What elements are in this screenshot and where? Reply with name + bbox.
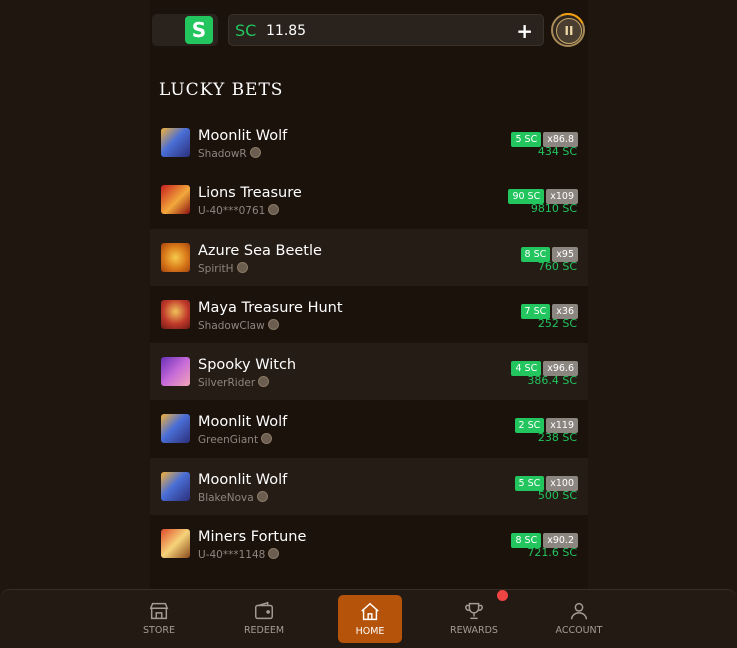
game-thumbnail[interactable]: [161, 471, 190, 501]
bet-row[interactable]: Azure Sea Beetle SpiritH 8 SC x95 760 SC: [150, 228, 588, 286]
win-amount: 500 SC: [537, 488, 577, 502]
player-badge-icon: [249, 147, 261, 158]
player-name-text: ShadowClaw: [198, 319, 265, 332]
player-badge-icon: [268, 204, 280, 216]
bet-row[interactable]: Lions Treasure U-40***0761 90 SC x109 981…: [150, 171, 588, 228]
player-name: SpiritH: [198, 261, 248, 275]
bet-row[interactable]: Moonlit Wolf GreenGiant 2 SC x119 238 SC: [150, 400, 588, 457]
balance-amount: 11.85: [266, 23, 307, 39]
player-name: U-40***1148: [198, 548, 280, 562]
trophy-icon: [465, 602, 483, 620]
nav-account[interactable]: ACCOUNT: [547, 590, 611, 640]
bet-badges: 2 SC x119: [514, 413, 578, 434]
nav-label: REDEEM: [243, 625, 285, 636]
nav-label: ACCOUNT: [555, 625, 603, 636]
player-name-text: SpiritH: [198, 262, 234, 275]
player-badge-icon: [267, 318, 279, 330]
brand-logo-icon[interactable]: S: [185, 16, 213, 44]
win-amount: 760 SC: [537, 259, 577, 273]
game-thumbnail[interactable]: [161, 128, 190, 157]
bet-row[interactable]: Miners Fortune U-40***1148 8 SC x90.2 721…: [150, 515, 588, 572]
win-amount: 252 SC: [537, 316, 577, 330]
bet-amount-badge: 5 SC: [511, 132, 542, 147]
player-name-text: U-40***0761: [198, 205, 266, 218]
player-badge-icon: [268, 548, 280, 560]
level-badge[interactable]: II: [546, 8, 590, 52]
add-funds-button[interactable]: +: [516, 19, 533, 43]
game-name[interactable]: Moonlit Wolf: [198, 414, 287, 430]
bet-row[interactable]: Spooky Witch SilverRider 4 SC x96.6 386.4…: [150, 343, 588, 401]
game-name[interactable]: Moonlit Wolf: [198, 128, 287, 144]
game-name[interactable]: Azure Sea Beetle: [198, 243, 322, 259]
game-name[interactable]: Moonlit Wolf: [198, 472, 287, 488]
player-name: GreenGiant: [198, 433, 273, 447]
game-name[interactable]: Miners Fortune: [198, 529, 306, 545]
bet-row[interactable]: Moonlit Wolf BlakeNova 5 SC x100 500 SC: [150, 457, 588, 516]
game-thumbnail[interactable]: [161, 357, 190, 387]
bet-badges: 5 SC x86.8: [511, 127, 578, 147]
game-thumbnail[interactable]: [161, 414, 190, 444]
player-name-text: U-40***1148: [198, 549, 266, 562]
bet-badges: 8 SC x90.2: [511, 528, 578, 549]
game-thumbnail[interactable]: [161, 242, 190, 272]
nav-label: REWARDS: [450, 625, 498, 636]
player-name-text: ShadowR: [198, 148, 247, 160]
game-name[interactable]: Maya Treasure Hunt: [198, 300, 343, 316]
user-icon: [570, 602, 588, 620]
win-amount: 721.6 SC: [527, 546, 577, 560]
player-name: BlakeNova: [198, 490, 268, 504]
player-name-text: GreenGiant: [198, 434, 259, 447]
section-title: LUCKY BETS: [159, 80, 284, 100]
nav-label: HOME: [355, 626, 385, 637]
win-amount: 434 SC: [537, 145, 577, 158]
player-badge-icon: [256, 490, 268, 502]
balance-bar[interactable]: SC 11.85 +: [228, 14, 544, 46]
nav-label: STORE: [143, 625, 175, 636]
home-icon: [361, 602, 379, 621]
win-amount: 386.4 SC: [527, 374, 577, 388]
bet-row[interactable]: Moonlit Wolf ShadowR 5 SC x86.8 434 SC: [150, 114, 588, 171]
player-name: SilverRider: [198, 376, 270, 390]
player-badge-icon: [236, 261, 248, 273]
player-name: ShadowClaw: [198, 318, 279, 332]
level-label: II: [556, 18, 582, 44]
player-name: ShadowR: [198, 147, 261, 160]
notification-dot: [497, 590, 508, 601]
store-icon: [149, 602, 169, 620]
game-name[interactable]: Spooky Witch: [198, 357, 296, 373]
bottom-nav: STORE REDEEM HOME REWARDS ACCOUNT: [0, 589, 737, 648]
bet-badges: 4 SC x96.6: [511, 356, 578, 377]
nav-redeem[interactable]: REDEEM: [232, 590, 296, 640]
game-thumbnail[interactable]: [161, 185, 190, 215]
game-name[interactable]: Lions Treasure: [198, 185, 302, 201]
player-name-text: SilverRider: [198, 377, 256, 390]
player-name: U-40***0761: [198, 204, 280, 218]
bet-badges: 7 SC x36: [520, 299, 578, 319]
nav-store[interactable]: STORE: [127, 590, 191, 640]
nav-home[interactable]: HOME: [338, 595, 402, 643]
game-thumbnail[interactable]: [161, 299, 190, 329]
player-badge-icon: [258, 376, 270, 388]
currency-label: SC: [235, 21, 257, 40]
wallet-icon: [255, 601, 273, 620]
bet-row[interactable]: Maya Treasure Hunt ShadowClaw 7 SC x36 25…: [150, 286, 588, 343]
bet-badges: 90 SC x109: [508, 184, 578, 205]
player-name-text: BlakeNova: [198, 491, 254, 504]
player-badge-icon: [261, 433, 273, 445]
bets-list: Moonlit Wolf ShadowR 5 SC x86.8 434 SC Li…: [150, 114, 588, 572]
bet-badges: 5 SC x100: [514, 471, 578, 491]
game-thumbnail[interactable]: [161, 529, 190, 559]
win-amount: 238 SC: [537, 431, 577, 445]
bet-badges: 8 SC x95: [520, 242, 578, 262]
win-amount: 9810 SC: [530, 202, 577, 216]
